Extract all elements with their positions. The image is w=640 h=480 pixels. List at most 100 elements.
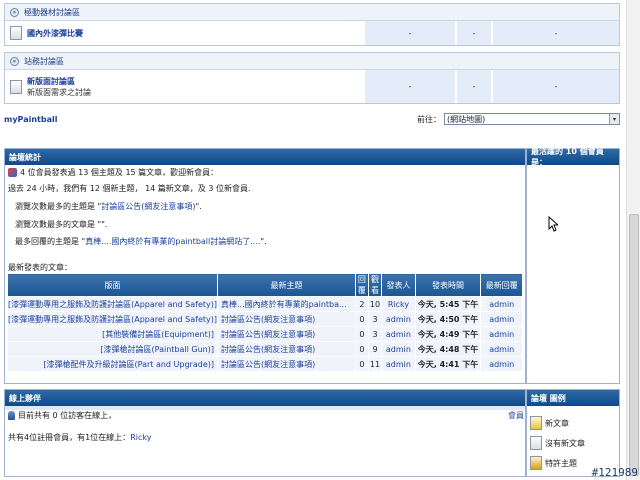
forum-jump: 前往： (網站地圖) ▾ <box>417 113 620 125</box>
forum-title-link[interactable]: 國內外漆彈比賽 <box>27 28 83 39</box>
legend-new-posts: 新文章 <box>530 416 569 430</box>
stats-prefix: 最多回覆的主題是 " <box>15 237 86 246</box>
forum-posts-count: - <box>455 70 491 103</box>
collapse-icon[interactable]: » <box>10 7 19 17</box>
legend-sticky: 特許主題 <box>530 456 577 470</box>
stats-suffix: ". <box>260 237 267 246</box>
category-header[interactable]: » 站務討論區 <box>5 53 619 70</box>
new-posts-icon <box>530 416 542 430</box>
forum-text: 新版面討論區 新版面需求之討論 <box>27 76 91 98</box>
replies-count: 2 <box>355 296 369 312</box>
forum-main-cell: 新版面討論區 新版面需求之討論 <box>5 70 363 103</box>
page-scrollbar[interactable] <box>626 0 640 480</box>
last-reply-link[interactable]: admin <box>480 341 523 357</box>
forum-title-link[interactable]: 新版面討論區 <box>27 76 91 87</box>
col-views: 觀看 <box>367 273 383 297</box>
board-link[interactable]: [漆彈運動專用之服飾及防護討論區(Apparel and Safety)] <box>7 296 218 312</box>
forum-row: 國內外漆彈比賽 - - - <box>5 21 619 45</box>
category-title[interactable]: 極動器材討論區 <box>24 7 80 18</box>
last-reply-link[interactable]: admin <box>480 296 523 312</box>
author-link[interactable]: admin <box>381 341 416 357</box>
views-count: 3 <box>367 311 383 327</box>
legend-title: 論壇 圖例 <box>527 390 619 406</box>
watermark-text: #121989 <box>591 466 638 479</box>
views-count: 11 <box>367 356 383 372</box>
no-new-posts-icon <box>530 436 542 450</box>
replies-count: 0 <box>355 356 369 372</box>
most-viewed-topic-link[interactable]: 討論區公告(網友注意事項) <box>101 202 195 211</box>
post-time: 今天, 4:49 下午 <box>414 326 482 342</box>
stats-most-viewed-post: 瀏覽次數最多的文章是 "". <box>15 220 108 229</box>
topic-link[interactable]: 討論區公告(網友注意事項) <box>216 341 357 357</box>
legend-label: 特許主題 <box>545 458 577 468</box>
category-block-site: » 站務討論區 新版面討論區 新版面需求之討論 - - - <box>4 52 620 104</box>
members-link[interactable]: 會員 <box>508 410 524 421</box>
forum-description: 新版面需求之討論 <box>27 87 91 97</box>
table-header-row: 版面 最新主題 回覆 觀看 發表人 發表時間 最新回覆 <box>7 273 523 297</box>
table-row: [漆彈運動專用之服飾及防護討論區(Apparel and Safety)] 討論… <box>7 311 523 327</box>
col-topic: 最新主題 <box>216 273 357 297</box>
author-link[interactable]: Ricky <box>381 296 416 312</box>
stats-prefix: 瀏覽次數最多的主題是 " <box>15 202 102 211</box>
post-time: 今天, 4:50 下午 <box>414 311 482 327</box>
topic-link[interactable]: 討論區公告(網友注意事項) <box>216 311 357 327</box>
recent-posts-label: 最新發表的文章： <box>8 263 72 272</box>
post-time: 今天, 5:45 下午 <box>414 296 482 312</box>
forum-topics-count: - <box>363 21 455 45</box>
col-replies: 回覆 <box>355 273 369 297</box>
forum-main-cell: 國內外漆彈比賽 <box>5 21 363 45</box>
forum-status-icon <box>10 79 22 94</box>
post-time: 今天, 4:48 下午 <box>414 341 482 357</box>
replies-count: 0 <box>355 326 369 342</box>
active-members-panel: 最活躍的 10 個會員是： <box>526 147 620 384</box>
collapse-icon[interactable]: » <box>10 56 19 66</box>
stats-members-text: 4 位會員發表過 13 個主題及 15 篇文章，歡迎新會員： <box>20 168 219 177</box>
active-members-title: 最活躍的 10 個會員是： <box>527 147 619 167</box>
jump-selected-value: (網站地圖) <box>447 114 486 124</box>
topic-link[interactable]: 真棒...國內終於有專業的paintba... <box>216 296 357 312</box>
sticky-topic-icon <box>530 456 542 470</box>
jump-label: 前往： <box>417 114 441 124</box>
site-link[interactable]: myPaintball <box>4 115 57 124</box>
forum-topics-count: - <box>363 70 455 103</box>
mouse-cursor-icon <box>548 216 558 232</box>
legend-label: 新文章 <box>545 418 569 428</box>
replies-count: 0 <box>355 341 369 357</box>
table-row: [漆彈運動專用之服飾及防護討論區(Apparel and Safety)] 真棒… <box>7 296 523 312</box>
guests-text: 目前共有 0 位訪客在線上， <box>18 411 117 420</box>
post-time: 今天, 4:41 下午 <box>414 356 482 372</box>
registered-line: 共有4位註冊會員，有1位在線上：Ricky <box>8 432 151 443</box>
category-title[interactable]: 站務討論區 <box>24 56 64 67</box>
author-link[interactable]: admin <box>381 311 416 327</box>
board-link[interactable]: [其他裝備討論區(Equipment)] <box>7 326 218 342</box>
views-count: 10 <box>367 296 383 312</box>
forum-jump-select[interactable]: (網站地圖) ▾ <box>444 113 620 125</box>
category-header[interactable]: » 極動器材討論區 <box>5 4 619 21</box>
forum-last-post: - <box>491 70 619 103</box>
col-time: 發表時間 <box>414 273 482 297</box>
last-reply-link[interactable]: admin <box>480 326 523 342</box>
author-link[interactable]: admin <box>381 326 416 342</box>
views-count: 3 <box>367 326 383 342</box>
board-link[interactable]: [漆彈槍配件及升級討論區(Part and Upgrade)] <box>7 356 218 372</box>
author-link[interactable]: admin <box>381 356 416 372</box>
table-row: [漆彈槍討論區(Paintball Gun)] 討論區公告(網友注意事項) 0 … <box>7 341 523 357</box>
topic-link[interactable]: 討論區公告(網友注意事項) <box>216 356 357 372</box>
forum-last-post: - <box>491 21 619 45</box>
stats-most-viewed-topic: 瀏覽次數最多的主題是 "討論區公告(網友注意事項)". <box>15 201 202 212</box>
col-last-reply: 最新回覆 <box>480 273 523 297</box>
nav-bar: myPaintball 前往： (網站地圖) ▾ <box>4 112 620 126</box>
recent-topics-table: 版面 最新主題 回覆 觀看 發表人 發表時間 最新回覆 [漆彈運動專用之服飾及防… <box>7 273 523 372</box>
stats-suffix: ". <box>195 202 202 211</box>
last-reply-link[interactable]: admin <box>480 356 523 372</box>
most-replied-topic-link[interactable]: 真棒....國內終於有專業的paintball討論網站了.... <box>85 237 260 246</box>
board-link[interactable]: [漆彈槍討論區(Paintball Gun)] <box>7 341 218 357</box>
topic-link[interactable]: 討論區公告(網友注意事項) <box>216 326 357 342</box>
scrollbar-thumb[interactable] <box>629 214 639 476</box>
dropdown-arrow-icon[interactable]: ▾ <box>609 114 619 124</box>
online-user-link[interactable]: Ricky <box>130 433 151 442</box>
board-link[interactable]: [漆彈運動專用之服飾及防護討論區(Apparel and Safety)] <box>7 311 218 327</box>
table-row: [其他裝備討論區(Equipment)] 討論區公告(網友注意事項) 0 3 a… <box>7 326 523 342</box>
last-reply-link[interactable]: admin <box>480 311 523 327</box>
col-board: 版面 <box>7 273 218 297</box>
